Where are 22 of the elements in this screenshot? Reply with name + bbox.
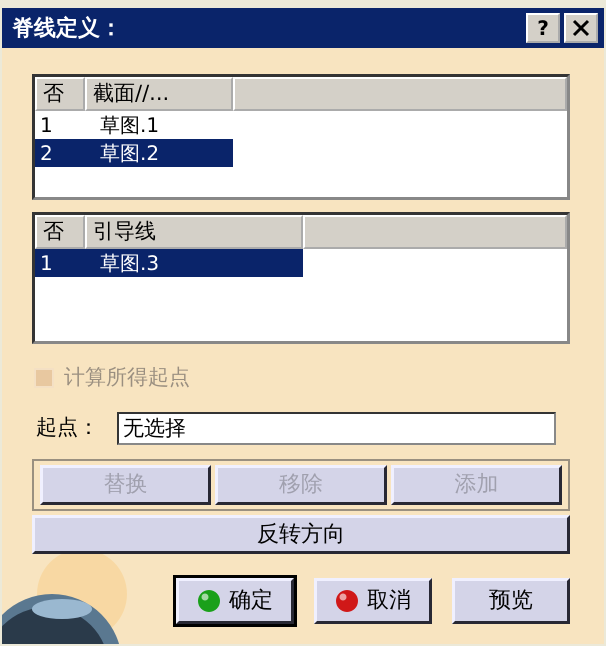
- close-button[interactable]: [564, 13, 598, 43]
- start-point-field[interactable]: 无选择: [117, 412, 556, 444]
- close-icon: [572, 19, 590, 37]
- list-cell[interactable]: 1: [35, 249, 88, 277]
- list-cell[interactable]: 1: [35, 111, 88, 139]
- cancel-button[interactable]: 取消: [314, 578, 432, 624]
- column-header[interactable]: 否: [35, 77, 85, 111]
- list-cell[interactable]: 草图.1: [88, 111, 233, 139]
- window-title: 脊线定义：: [12, 14, 122, 42]
- column-header[interactable]: 截面//...: [85, 77, 233, 111]
- ball-icon: [335, 588, 359, 612]
- field-label: 起点：: [36, 414, 99, 442]
- ball-icon: [197, 588, 221, 612]
- list-cell[interactable]: 草图.3: [88, 249, 303, 277]
- column-header[interactable]: 否: [35, 215, 85, 249]
- reverse-direction-button[interactable]: 反转方向: [32, 514, 570, 554]
- list-cell[interactable]: 2: [35, 139, 88, 167]
- list-cell[interactable]: 草图.2: [88, 139, 233, 167]
- checkbox-label: 计算所得起点: [64, 364, 190, 391]
- help-button[interactable]: ?: [526, 13, 560, 43]
- column-header[interactable]: 引导线: [85, 215, 303, 249]
- preview-button[interactable]: 预览: [452, 578, 570, 624]
